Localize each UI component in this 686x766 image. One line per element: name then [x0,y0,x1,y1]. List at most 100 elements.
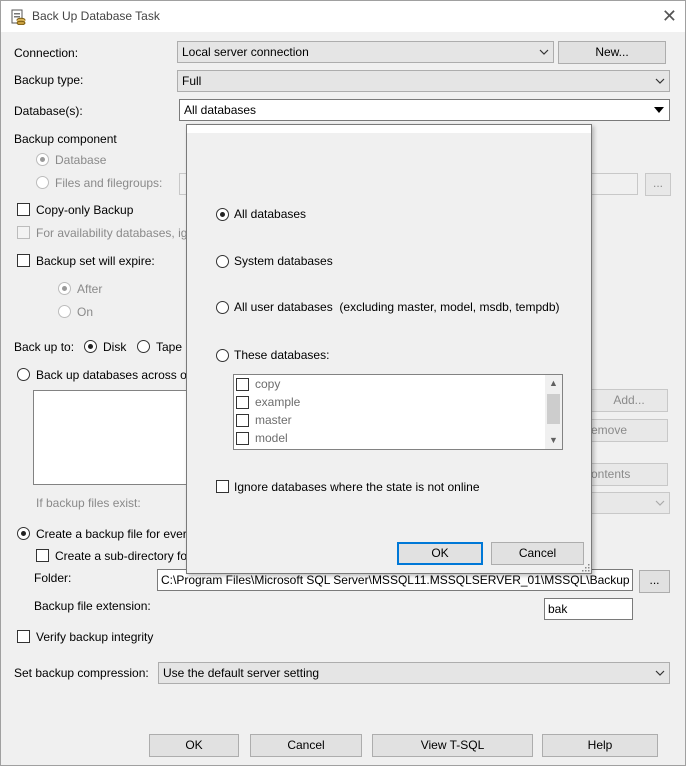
compression-value: Use the default server setting [163,666,320,680]
component-database-label: Database [55,153,107,167]
add-button-label: Add... [613,393,645,407]
close-icon[interactable]: ✕ [662,6,677,26]
filegroups-browse-button[interactable]: ... [645,173,671,196]
database-checkbox[interactable] [236,432,249,445]
dropdown-arrow-icon[interactable] [652,104,666,116]
backup-component-label: Backup component [14,132,117,146]
cancel-button[interactable]: Cancel [250,734,362,757]
connection-label: Connection: [14,46,79,60]
database-task-icon [10,9,26,26]
list-item[interactable]: master [236,412,541,430]
system-databases-radio[interactable] [216,255,229,268]
database-list[interactable]: copy example master model ▲ ▼ [233,374,563,450]
across-files-label: Back up databases across on [36,368,194,382]
popup-ok-button[interactable]: OK [397,542,483,565]
window-title: Back Up Database Task [32,9,160,23]
contents-button[interactable]: ontents [584,463,668,486]
database-checkbox[interactable] [236,396,249,409]
view-tsql-button[interactable]: View T-SQL [372,734,533,757]
disk-label: Disk [103,340,127,354]
scroll-up-icon[interactable]: ▲ [545,375,562,392]
component-files-label: Files and filegroups: [55,176,163,190]
connection-combo[interactable]: Local server connection [177,41,554,63]
system-databases-label: System databases [234,254,333,268]
folder-browse-button[interactable]: ... [639,570,670,593]
ignore-offline-label: Ignore databases where the state is not … [234,480,480,494]
compression-combo[interactable]: Use the default server setting [158,662,670,684]
databases-combo[interactable]: All databases [179,99,670,121]
if-exist-combo[interactable] [584,492,670,514]
list-item[interactable]: copy [236,376,541,394]
ignore-offline-checkbox[interactable] [216,480,229,493]
database-name: copy [255,377,281,391]
expire-label: Backup set will expire: [36,254,155,268]
database-checkbox[interactable] [236,378,249,391]
extension-value: bak [548,602,568,616]
all-databases-label: All databases [234,207,307,221]
these-databases-radio[interactable] [216,349,229,362]
databases-value: All databases [184,103,257,117]
popup-cancel-button[interactable]: Cancel [491,542,584,565]
back-up-database-task-window: Back Up Database Task ✕ Connection: Loca… [0,0,686,766]
backup-type-label: Backup type: [14,73,84,87]
tape-radio[interactable] [137,340,150,353]
verify-checkbox[interactable] [17,630,30,643]
database-name: example [255,395,301,409]
all-databases-radio[interactable] [216,208,229,221]
new-connection-button[interactable]: New... [558,41,666,64]
extension-label: Backup file extension: [34,599,151,613]
scroll-down-icon[interactable]: ▼ [545,432,562,449]
if-exist-label: If backup files exist: [36,496,141,510]
help-button[interactable]: Help [542,734,658,757]
extension-field[interactable]: bak [544,598,633,620]
expire-on-label: On [77,305,94,319]
folder-value: C:\Program Files\Microsoft SQL Server\MS… [161,573,630,587]
chevron-down-icon [655,500,665,506]
backup-files-list[interactable] [33,390,193,485]
backup-type-value: Full [182,74,202,88]
resize-grip-icon[interactable] [580,562,590,572]
expire-on-radio[interactable] [58,305,71,318]
scroll-thumb[interactable] [547,394,560,424]
disk-radio[interactable] [84,340,97,353]
these-databases-label: These databases: [234,348,330,362]
list-scrollbar[interactable]: ▲ ▼ [545,375,562,449]
connection-value: Local server connection [182,45,309,59]
add-button[interactable]: Add... [584,389,668,412]
chevron-down-icon [539,49,549,55]
across-files-radio[interactable] [17,368,30,381]
availability-checkbox[interactable] [17,226,30,239]
all-user-databases-label: All user databases (excluding master, mo… [234,300,560,314]
copy-only-label: Copy-only Backup [36,203,134,217]
databases-label: Database(s): [14,104,83,118]
expire-after-radio[interactable] [58,282,71,295]
tape-label: Tape [156,340,183,354]
database-name: master [255,413,292,427]
list-item[interactable]: model [236,430,541,448]
create-file-radio[interactable] [17,527,30,540]
chevron-down-icon [655,670,665,676]
remove-button[interactable]: emove [584,419,668,442]
component-files-radio[interactable] [36,176,49,189]
backup-to-label: Back up to: [14,340,75,354]
copy-only-checkbox[interactable] [17,203,30,216]
expire-checkbox[interactable] [17,254,30,267]
database-checkbox[interactable] [236,414,249,427]
database-selection-popup: All databases System databases All user … [186,124,592,574]
folder-label: Folder: [34,571,72,585]
expire-after-label: After [77,282,103,296]
sub-directory-checkbox[interactable] [36,549,49,562]
component-database-radio[interactable] [36,153,49,166]
chevron-down-icon [655,78,665,84]
availability-label: For availability databases, ig [36,226,188,240]
create-file-label: Create a backup file for every [36,527,193,541]
compression-label: Set backup compression: [14,666,149,680]
backup-type-combo[interactable]: Full [177,70,670,92]
database-name: model [255,431,288,445]
sub-directory-label: Create a sub-directory fo [55,549,188,563]
title-bar: Back Up Database Task ✕ [1,1,685,32]
list-item[interactable]: example [236,394,541,412]
verify-label: Verify backup integrity [36,630,154,644]
ok-button[interactable]: OK [149,734,239,757]
all-user-databases-radio[interactable] [216,301,229,314]
